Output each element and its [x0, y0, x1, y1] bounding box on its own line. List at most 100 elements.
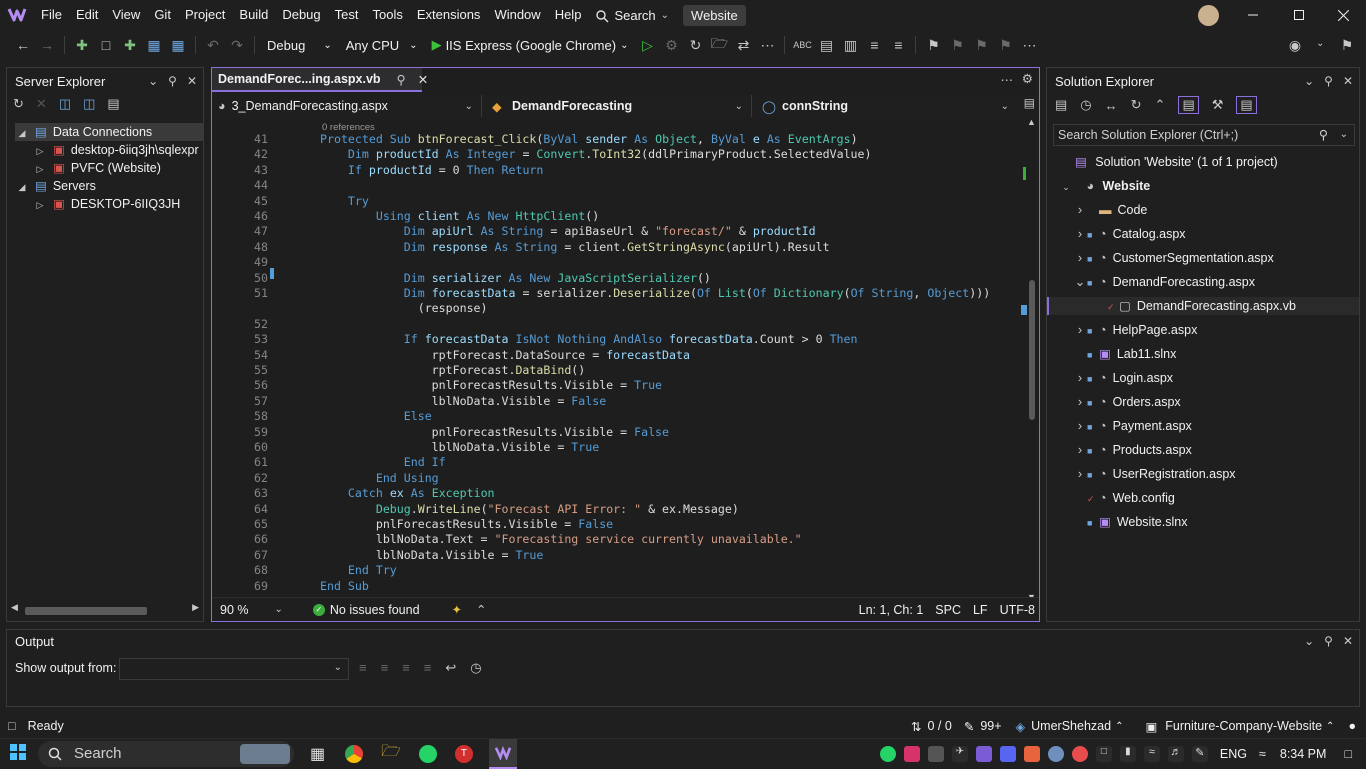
- uncomment-icon[interactable]: ▥: [839, 34, 861, 56]
- prev-bookmark-icon[interactable]: ⚑: [946, 34, 968, 56]
- notifications-bell-icon[interactable]: ●: [1348, 719, 1356, 733]
- expand-arrow-icon[interactable]: ›: [1073, 465, 1087, 483]
- whitespace-indicator[interactable]: SPC: [935, 603, 961, 617]
- pending-edits-count[interactable]: 99+: [980, 719, 1001, 733]
- menu-item-tools[interactable]: Tools: [365, 0, 409, 30]
- pin-icon[interactable]: ⚲: [168, 74, 177, 88]
- show-all-files-icon[interactable]: ▤: [1178, 96, 1199, 114]
- solution-tree-item[interactable]: › ■ ◔ Orders.aspx: [1047, 393, 1359, 411]
- expand-arrow-icon[interactable]: ›: [1073, 393, 1087, 411]
- tray-teams-icon[interactable]: [975, 745, 992, 762]
- add-item-icon[interactable]: ✚: [119, 34, 141, 56]
- open-folder-icon[interactable]: 🗁: [708, 34, 730, 56]
- platform-dropdown[interactable]: Any CPU ⌄: [340, 34, 424, 56]
- expand-arrow-icon[interactable]: ▷: [33, 160, 47, 178]
- search-menu[interactable]: Search ⌄: [588, 7, 677, 23]
- hot-reload-icon[interactable]: ⚙: [660, 34, 682, 56]
- next-message-icon[interactable]: ≡: [402, 660, 410, 676]
- collapse-arrow-icon[interactable]: ⌄: [1073, 273, 1087, 291]
- file-dropdown[interactable]: ◕ 3_DemandForecasting.aspx ⌄: [212, 95, 482, 117]
- properties-icon[interactable]: ▤: [107, 96, 119, 112]
- repository-name[interactable]: Furniture-Company-Website: [1165, 719, 1322, 733]
- solution-tree-item[interactable]: ✓ ◔ Web.config: [1047, 489, 1359, 507]
- solution-tree-item[interactable]: › ■ ◔ Products.aspx: [1047, 441, 1359, 459]
- tray-phone-icon[interactable]: □: [1095, 745, 1112, 762]
- menu-item-project[interactable]: Project: [178, 0, 232, 30]
- member-dropdown[interactable]: ◯ connString ⌄: [752, 95, 1017, 117]
- stop-icon[interactable]: ✕: [36, 96, 47, 112]
- expand-arrow-icon[interactable]: ›: [1073, 249, 1087, 267]
- spell-check-icon[interactable]: ABC: [791, 34, 813, 56]
- prev-message-icon[interactable]: ≡: [381, 660, 389, 676]
- tray-notification-badge-icon[interactable]: [1071, 745, 1088, 762]
- forward-icon[interactable]: →: [36, 34, 58, 56]
- solution-tree-item[interactable]: ■ ▣ Website.slnx: [1047, 513, 1359, 531]
- menu-item-extensions[interactable]: Extensions: [410, 0, 488, 30]
- switch-views-icon[interactable]: ▤: [1055, 97, 1067, 113]
- redo-icon[interactable]: ↷: [226, 34, 248, 56]
- tray-weather-icon[interactable]: [1047, 745, 1064, 762]
- collapse-all-icon[interactable]: ⌃: [1155, 97, 1166, 113]
- git-user[interactable]: UmerShehzad: [1031, 719, 1111, 733]
- menu-item-debug[interactable]: Debug: [275, 0, 327, 30]
- close-icon[interactable]: ✕: [1343, 74, 1353, 88]
- chevron-down-icon[interactable]: ⌄: [1304, 74, 1314, 88]
- close-icon[interactable]: ✕: [187, 74, 197, 88]
- pen-icon[interactable]: ✎: [1191, 745, 1208, 762]
- settings-gear-icon[interactable]: ⚙: [1022, 71, 1033, 86]
- back-icon[interactable]: ←: [12, 34, 34, 56]
- menu-item-help[interactable]: Help: [548, 0, 589, 30]
- refresh-icon[interactable]: ↻: [13, 96, 24, 112]
- project-node[interactable]: ⌄ ◕ Website: [1059, 177, 1150, 195]
- input-language[interactable]: ENG: [1220, 747, 1247, 761]
- collapse-arrow-icon[interactable]: ◢: [15, 124, 29, 142]
- code-text-area[interactable]: 0 references 41 Protected Sub btnForecast…: [212, 120, 1027, 596]
- menu-item-edit[interactable]: Edit: [69, 0, 105, 30]
- menu-item-build[interactable]: Build: [232, 0, 275, 30]
- battery-icon[interactable]: ▮: [1119, 745, 1136, 762]
- expand-arrow-icon[interactable]: ›: [1073, 441, 1087, 459]
- file-explorer-icon[interactable]: 🗁: [381, 740, 401, 767]
- history-icon[interactable]: ◷: [1080, 97, 1091, 113]
- chevron-down-icon[interactable]: ⌄: [1340, 125, 1348, 145]
- solution-tree-item[interactable]: › ■ ◔ Login.aspx: [1047, 369, 1359, 387]
- issues-status[interactable]: No issues found: [330, 603, 420, 617]
- pin-icon[interactable]: ⚲: [1324, 634, 1333, 648]
- output-source-dropdown[interactable]: ⌄: [119, 658, 349, 680]
- tray-bc-icon[interactable]: [1023, 745, 1040, 762]
- refresh-browser-icon[interactable]: ↻: [684, 34, 706, 56]
- menu-item-window[interactable]: Window: [487, 0, 547, 30]
- cleanup-brush-icon[interactable]: ✦: [452, 602, 462, 617]
- timestamp-clock-icon[interactable]: ◷: [470, 660, 481, 676]
- zoom-level[interactable]: 90 %: [220, 603, 249, 617]
- solution-tree-item[interactable]: ⌄ ■ ◔ DemandForecasting.aspx: [1047, 273, 1359, 291]
- next-bookmark-icon[interactable]: ⚑: [970, 34, 992, 56]
- chevron-down-icon[interactable]: ⌄: [148, 74, 158, 88]
- more-options-icon[interactable]: ⋯: [756, 34, 778, 56]
- cursor-position[interactable]: Ln: 1, Ch: 1: [859, 603, 924, 617]
- volume-icon[interactable]: ♬: [1167, 745, 1184, 762]
- browser-link-icon[interactable]: ⇄: [732, 34, 754, 56]
- class-dropdown[interactable]: ◆ DemandForecasting ⌄: [482, 95, 752, 117]
- expand-arrow-icon[interactable]: ›: [1073, 321, 1087, 339]
- app-t-icon[interactable]: T: [454, 744, 473, 763]
- tray-whatsapp-icon[interactable]: [879, 745, 896, 762]
- chevron-down-icon[interactable]: ⌄: [1304, 634, 1314, 648]
- chevron-down-icon[interactable]: ⌄: [1316, 38, 1324, 49]
- expand-arrow-icon[interactable]: ▷: [33, 196, 47, 214]
- tray-epic-icon[interactable]: [927, 745, 944, 762]
- chevron-up-icon[interactable]: ⌃: [476, 602, 486, 617]
- feedback-icon[interactable]: ⚑: [1336, 34, 1358, 56]
- task-view-icon[interactable]: ▦: [310, 744, 325, 764]
- solution-tree-item[interactable]: ■ ▣ Lab11.slnx: [1047, 345, 1359, 363]
- sync-icon[interactable]: ↔: [1105, 98, 1118, 113]
- chevron-up-icon[interactable]: ⌃: [1326, 721, 1334, 732]
- encoding-indicator[interactable]: UTF-8: [1000, 603, 1035, 617]
- scroll-right-icon[interactable]: ▶: [192, 602, 199, 613]
- solution-tree-item[interactable]: › ■ ◔ HelpPage.aspx: [1047, 321, 1359, 339]
- solution-node[interactable]: ▤ Solution 'Website' (1 of 1 project): [1075, 153, 1278, 171]
- server-tree-item[interactable]: ▷ ▣ desktop-6iiq3jh\sqlexpr: [33, 141, 199, 159]
- tray-discord-icon[interactable]: [999, 745, 1016, 762]
- minimize-button[interactable]: [1230, 0, 1276, 30]
- close-icon[interactable]: ✕: [1343, 634, 1353, 648]
